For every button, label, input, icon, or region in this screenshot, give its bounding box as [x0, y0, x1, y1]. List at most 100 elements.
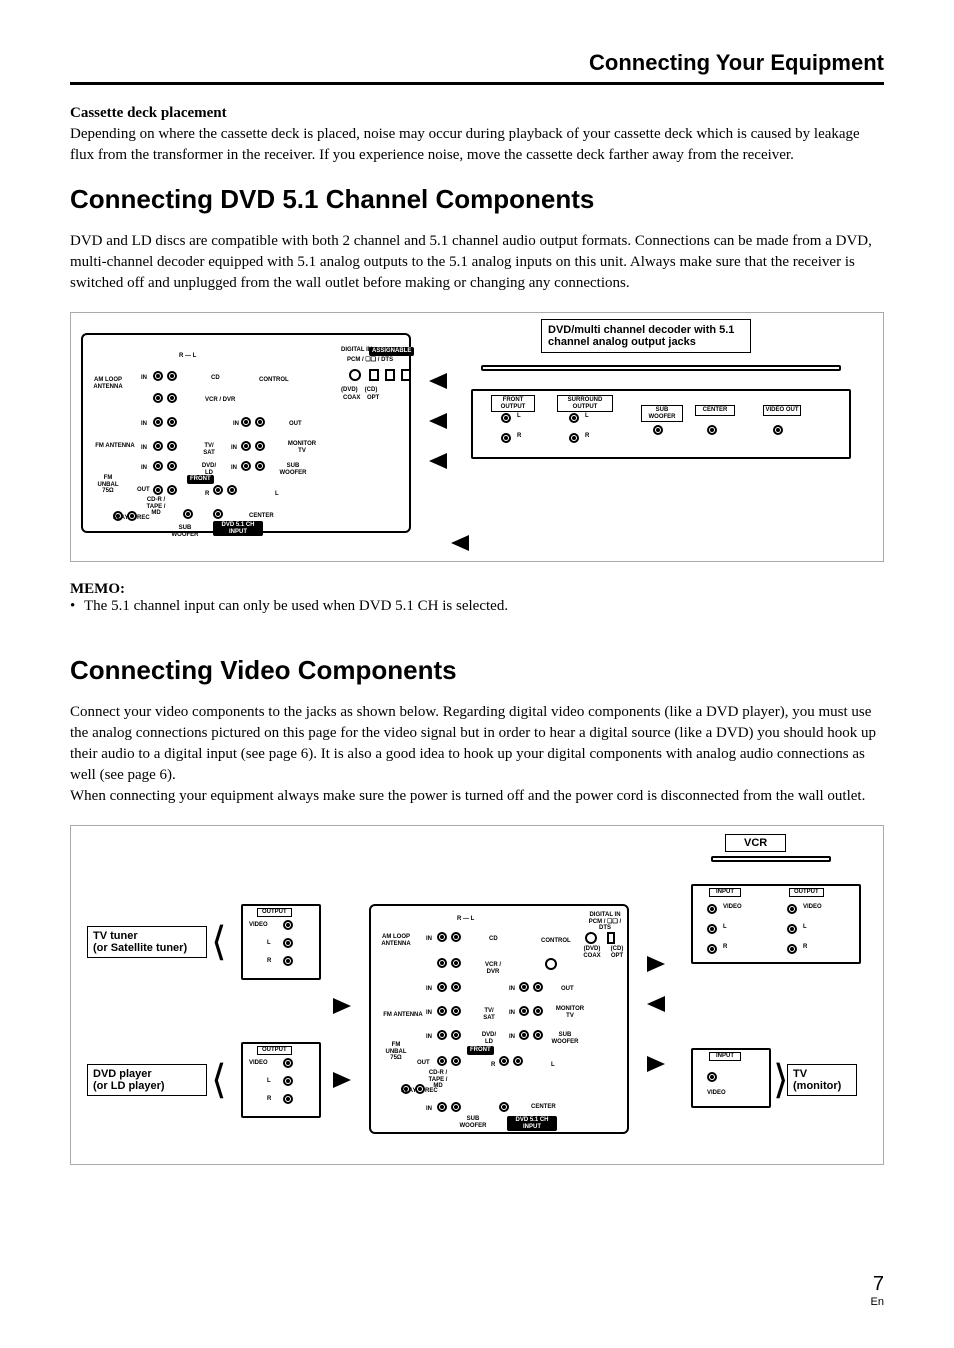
cd-label: CD — [211, 375, 220, 382]
jack-icon — [773, 425, 783, 435]
jack-icon — [545, 958, 557, 970]
output-label: OUTPUT — [789, 888, 824, 897]
front-output-label: FRONT OUTPUT — [491, 395, 535, 412]
r-label: R — [491, 1062, 495, 1069]
r-label: R — [205, 491, 209, 498]
jack-icon — [283, 956, 293, 966]
jack-row — [499, 1056, 523, 1066]
digital-in-label: DIGITAL IN — [341, 347, 372, 354]
subwoofer-label: SUB WOOFER — [551, 1032, 579, 1045]
cd-opt-label: (CD) OPT — [607, 946, 627, 959]
arrow-right-icon — [647, 956, 665, 972]
dvd51-input-label: DVD 5.1 CH INPUT — [213, 521, 263, 536]
vcr-label: VCR — [725, 834, 786, 852]
output-label: OUTPUT — [257, 908, 292, 917]
in-label: IN — [426, 1010, 432, 1017]
jack-icon — [653, 425, 663, 435]
jack-row — [153, 393, 177, 403]
in-label: IN — [426, 1106, 432, 1113]
arrow-left-icon — [429, 373, 447, 389]
jack-icon — [183, 509, 193, 519]
brace-icon: ⟨ — [211, 918, 227, 965]
video-diagram: VCR INPUT OUTPUT VIDEO L R VIDEO L R TV … — [70, 825, 884, 1165]
in-label: IN — [231, 445, 237, 452]
optical-jack-icon — [369, 369, 379, 381]
device-title: DVD/multi channel decoder with 5.1 chann… — [541, 319, 751, 353]
jack-icon — [707, 1072, 717, 1082]
cd-opt-label: (CD) — [363, 387, 379, 394]
r-label: R — [267, 1096, 271, 1103]
jack-icon — [283, 1076, 293, 1086]
dvd51-input-label: DVD 5.1 CH INPUT — [507, 1116, 557, 1131]
fm-unbal-label: FM UNBAL 75Ω — [381, 1042, 411, 1062]
page-footer: 7 En — [871, 1273, 884, 1308]
assignable-label: ASSIGNABLE — [369, 347, 414, 356]
arrow-right-icon — [647, 1056, 665, 1072]
vcr-dvr-label: VCR / DVR — [205, 397, 235, 404]
video-jack-label: VIDEO — [707, 1090, 726, 1097]
fm-antenna-label: FM ANTENNA — [379, 1012, 427, 1019]
jack-row — [437, 932, 461, 942]
page-number: 7 — [871, 1273, 884, 1296]
control-label: CONTROL — [541, 938, 571, 945]
dvd51-body: DVD and LD discs are compatible with bot… — [70, 231, 884, 294]
l-label: L — [585, 413, 589, 420]
jack-icon — [707, 944, 717, 954]
jack-row — [153, 441, 177, 451]
jack-row — [241, 461, 265, 471]
surround-output-label: SURROUND OUTPUT — [557, 395, 613, 412]
control-label: CONTROL — [259, 377, 289, 384]
r-label: R — [803, 944, 807, 951]
subwoofer-label: SUB WOOFER — [641, 405, 683, 422]
device-top-icon — [481, 365, 841, 371]
jack-row — [153, 371, 177, 381]
in-label: IN — [426, 936, 432, 943]
monitor-tv-label: MONITOR TV — [285, 441, 319, 454]
vcr-top-icon — [711, 856, 831, 862]
jack-row — [519, 1006, 543, 1016]
jack-icon — [283, 920, 293, 930]
arrow-left-icon — [429, 413, 447, 429]
receiver-rear-panel: AM LOOP ANTENNA FM ANTENNA FM UNBAL 75Ω … — [369, 904, 629, 1134]
video-jack-label: VIDEO — [249, 922, 268, 929]
in-label: IN — [509, 986, 515, 993]
chapter-header: Connecting Your Equipment — [70, 50, 884, 85]
arrow-left-icon — [429, 453, 447, 469]
jack-row — [113, 511, 137, 521]
in-label: IN — [141, 445, 147, 452]
jack-icon — [349, 369, 361, 381]
tv-tuner-label: TV tuner (or Satellite tuner) — [87, 926, 207, 958]
tv-monitor-label: TV (monitor) — [787, 1064, 857, 1096]
jack-icon — [283, 1058, 293, 1068]
jack-row — [153, 461, 177, 471]
vcr-rear-panel: INPUT OUTPUT VIDEO L R VIDEO L R — [691, 884, 861, 964]
center-label: CENTER — [249, 513, 274, 520]
memo-label: MEMO: — [70, 581, 125, 597]
jack-icon — [569, 433, 579, 443]
jack-icon — [501, 413, 511, 423]
in-label: IN — [426, 1034, 432, 1041]
jack-row — [213, 485, 237, 495]
jack-row — [519, 982, 543, 992]
tv-sat-label: TV/ SAT — [481, 1008, 497, 1021]
dvd-coax-label: (DVD) COAX — [579, 946, 605, 959]
cd-label: CD — [489, 936, 498, 943]
l-label: L — [723, 924, 727, 931]
out-label: OUT — [561, 986, 574, 993]
monitor-tv-label: MONITOR TV — [553, 1006, 587, 1019]
front-label: FRONT — [187, 475, 214, 484]
in-label: IN — [426, 986, 432, 993]
arrow-right-icon — [333, 1072, 351, 1088]
input-label: INPUT — [709, 888, 741, 897]
l-label: L — [275, 491, 279, 498]
jack-row — [437, 1006, 461, 1016]
optical-jack-icon — [607, 932, 615, 944]
tv-tuner-rear-panel: OUTPUT VIDEO L R — [241, 904, 321, 980]
digital-in-label: DIGITAL IN PCM / ❏❏ / DTS — [583, 912, 627, 932]
jack-icon — [707, 924, 717, 934]
dvd51-diagram: DVD/multi channel decoder with 5.1 chann… — [70, 312, 884, 562]
l-label: L — [803, 924, 807, 931]
r-label: R — [585, 433, 589, 440]
subwoofer-label: SUB WOOFER — [459, 1116, 487, 1129]
out-label: OUT — [137, 487, 150, 494]
